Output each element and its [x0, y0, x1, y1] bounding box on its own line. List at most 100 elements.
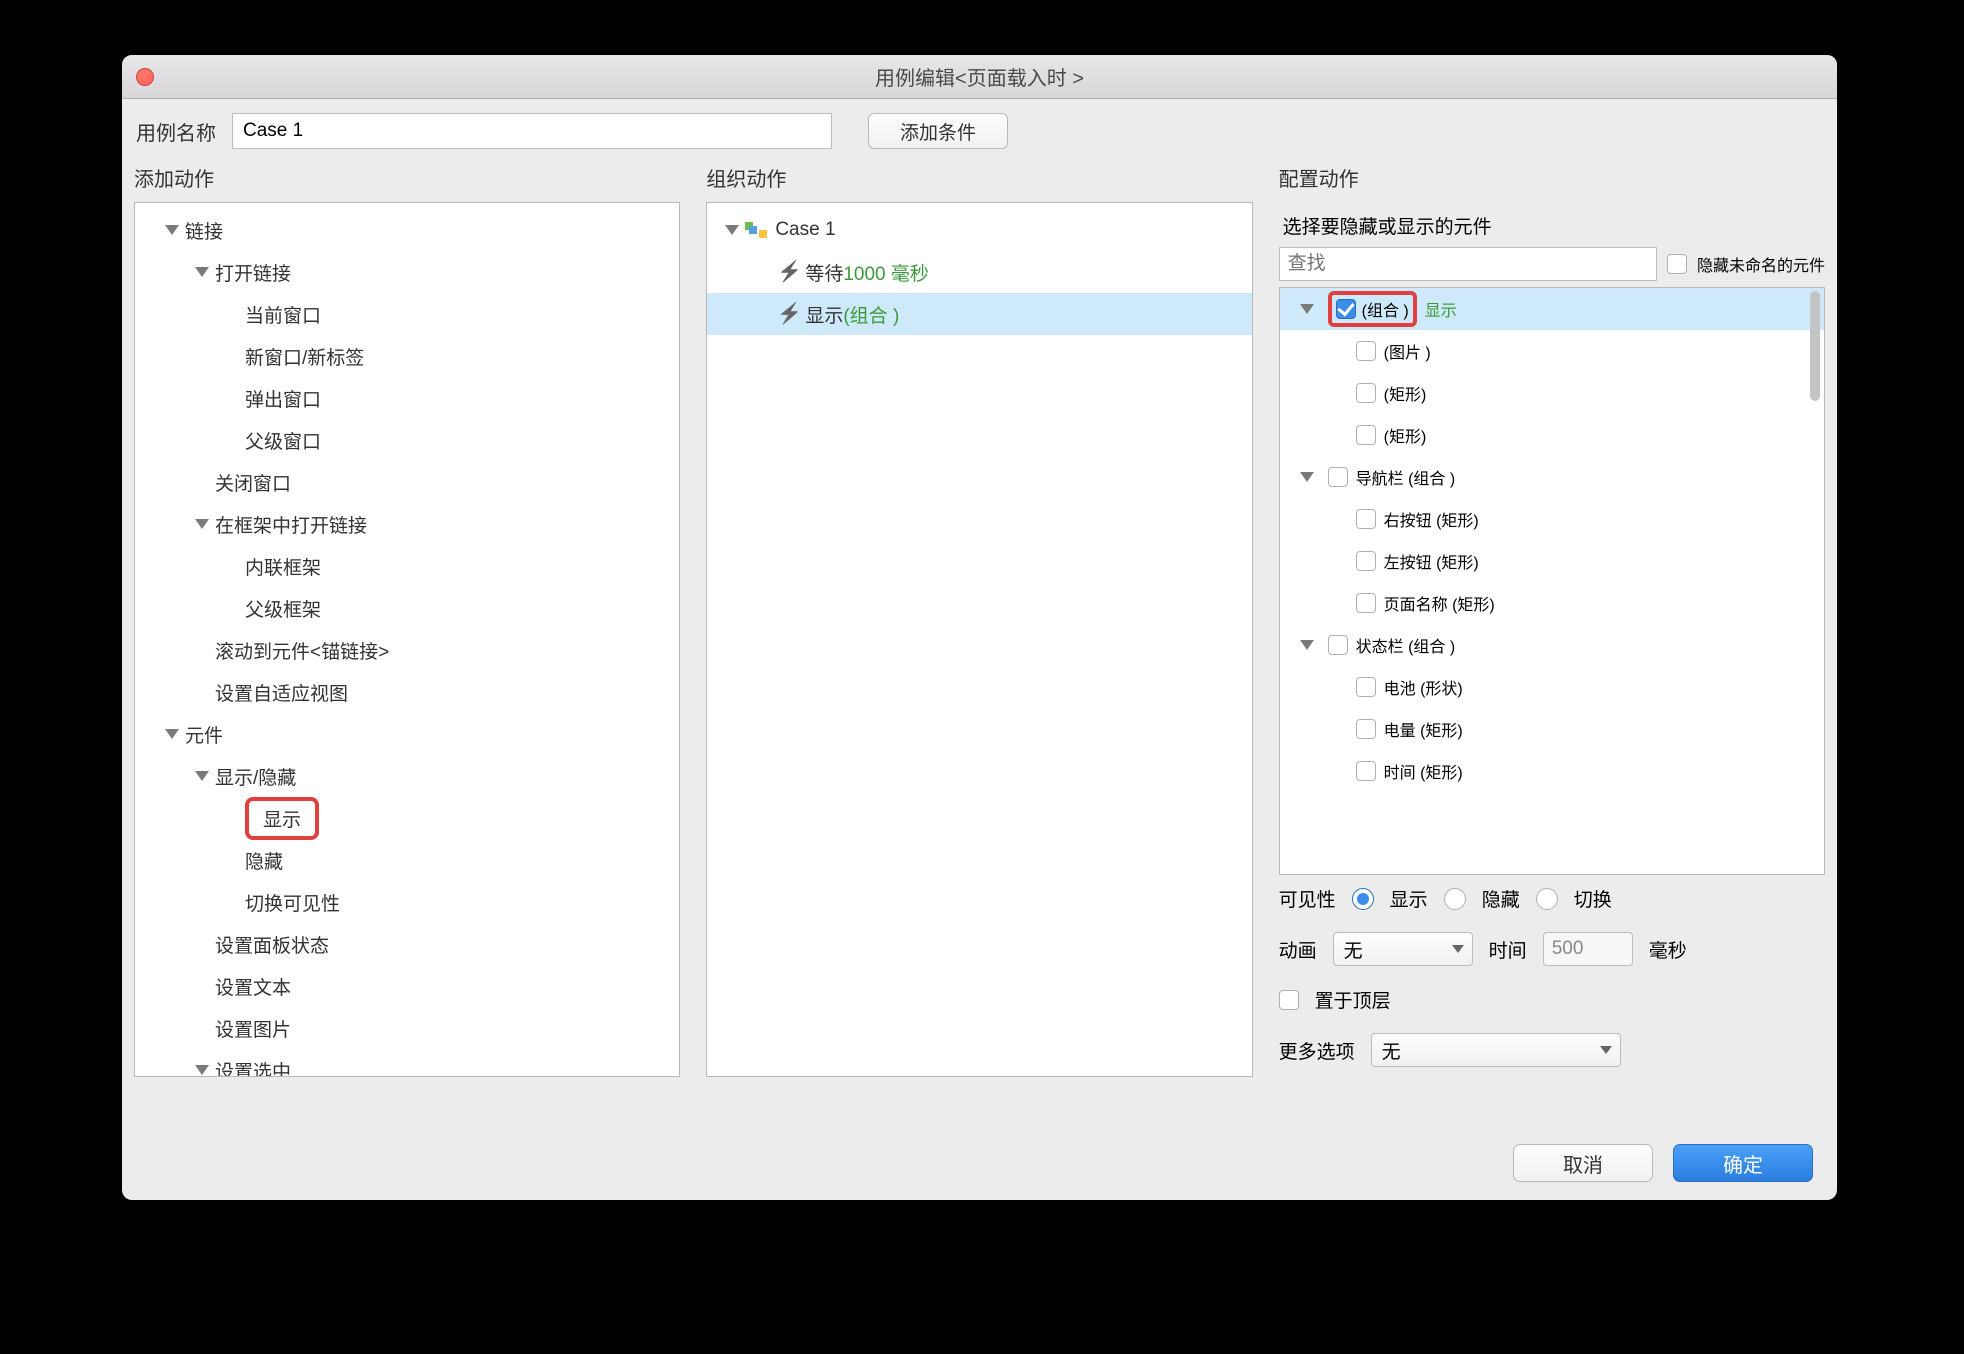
widget-row-group[interactable]: (组合 ) 显示	[1280, 288, 1824, 330]
tree-leaf-set-text[interactable]: 设置文本	[135, 965, 679, 1007]
widget-checkbox[interactable]	[1356, 509, 1376, 529]
search-row: 隐藏未命名的元件	[1279, 247, 1825, 281]
animation-label: 动画	[1279, 936, 1317, 963]
organize-action-column: 组织动作 Case 1 等待 1000 毫秒 显示 (组合 )	[706, 157, 1252, 1077]
bring-front-checkbox[interactable]	[1279, 990, 1299, 1010]
case-name-label: 用例名称	[136, 117, 216, 146]
widget-row-rect1[interactable]: (矩形)	[1280, 372, 1824, 414]
more-options-select[interactable]: 无	[1371, 1033, 1621, 1067]
scrollbar-thumb[interactable]	[1810, 291, 1820, 401]
tree-leaf-hide[interactable]: 隐藏	[135, 839, 679, 881]
tree-leaf-inline-frame[interactable]: 内联框架	[135, 545, 679, 587]
widget-checkbox[interactable]	[1356, 341, 1376, 361]
organize-tree: Case 1 等待 1000 毫秒 显示 (组合 )	[707, 203, 1251, 341]
caret-icon	[195, 519, 209, 529]
highlight-show: 显示	[245, 797, 319, 840]
widget-tree: (组合 ) 显示 (图片 ) (矩形) (矩形) 导航栏 (组合 ) 右按钮 (…	[1279, 287, 1825, 875]
columns: 添加动作 链接 打开链接 当前窗口 新窗口/新标签 弹出窗口 父级窗口 关闭窗口…	[122, 157, 1837, 1077]
widget-checkbox[interactable]	[1356, 383, 1376, 403]
bolt-icon	[777, 303, 795, 325]
widget-row-right-btn[interactable]: 右按钮 (矩形)	[1280, 498, 1824, 540]
organize-case[interactable]: Case 1	[707, 209, 1251, 251]
bolt-icon	[777, 261, 795, 283]
widget-checkbox[interactable]	[1356, 761, 1376, 781]
widget-checkbox[interactable]	[1356, 719, 1376, 739]
widget-row-statusbar[interactable]: 状态栏 (组合 )	[1280, 624, 1824, 666]
organize-wait[interactable]: 等待 1000 毫秒	[707, 251, 1251, 293]
tree-leaf-new-window-tab[interactable]: 新窗口/新标签	[135, 335, 679, 377]
tree-leaf-toggle-visibility[interactable]: 切换可见性	[135, 881, 679, 923]
widget-row-navbar[interactable]: 导航栏 (组合 )	[1280, 456, 1824, 498]
case-name-input[interactable]	[232, 113, 832, 149]
tree-node-show-hide[interactable]: 显示/隐藏	[135, 755, 679, 797]
organize-panel: Case 1 等待 1000 毫秒 显示 (组合 )	[706, 202, 1252, 1077]
tree-node-open-in-frame[interactable]: 在框架中打开链接	[135, 503, 679, 545]
show-target: (组合 )	[843, 301, 899, 328]
tree-leaf-close-window[interactable]: 关闭窗口	[135, 461, 679, 503]
close-button[interactable]	[136, 68, 154, 86]
tree-leaf-scroll-anchor[interactable]: 滚动到元件<锚链接>	[135, 629, 679, 671]
widget-checkbox[interactable]	[1356, 551, 1376, 571]
widget-row-left-btn[interactable]: 左按钮 (矩形)	[1280, 540, 1824, 582]
tree-leaf-set-image[interactable]: 设置图片	[135, 1007, 679, 1049]
tree-leaf-current-window[interactable]: 当前窗口	[135, 293, 679, 335]
widget-checkbox-group[interactable]	[1336, 299, 1356, 319]
action-tree: 链接 打开链接 当前窗口 新窗口/新标签 弹出窗口 父级窗口 关闭窗口 在框架中…	[135, 203, 679, 1077]
add-action-title: 添加动作	[134, 157, 680, 202]
time-unit: 毫秒	[1649, 936, 1687, 963]
dialog-window: 用例编辑<页面载入时 > 用例名称 添加条件 添加动作 链接 打开链接 当前窗口…	[122, 55, 1837, 1200]
tree-node-link[interactable]: 链接	[135, 209, 679, 251]
widget-checkbox[interactable]	[1328, 467, 1348, 487]
tree-leaf-parent-window[interactable]: 父级窗口	[135, 419, 679, 461]
animation-select[interactable]: 无	[1333, 932, 1473, 966]
select-widgets-label: 选择要隐藏或显示的元件	[1279, 202, 1825, 247]
widget-checkbox[interactable]	[1356, 425, 1376, 445]
tree-leaf-parent-frame[interactable]: 父级框架	[135, 587, 679, 629]
tree-node-set-selected[interactable]: 设置选中	[135, 1049, 679, 1077]
organize-show[interactable]: 显示 (组合 )	[707, 293, 1251, 335]
widget-row-time[interactable]: 时间 (矩形)	[1280, 750, 1824, 792]
widget-checkbox[interactable]	[1356, 593, 1376, 613]
radio-show[interactable]	[1352, 888, 1374, 910]
bring-front-row: 置于顶层	[1279, 976, 1825, 1023]
widget-search-input[interactable]	[1279, 247, 1657, 281]
configure-action-column: 配置动作 选择要隐藏或显示的元件 隐藏未命名的元件 (组合 )	[1279, 157, 1825, 1077]
caret-icon	[195, 771, 209, 781]
tree-leaf-show[interactable]: 显示	[135, 797, 679, 839]
scrollbar[interactable]	[1807, 289, 1823, 873]
bring-front-label: 置于顶层	[1315, 986, 1391, 1013]
caret-icon	[725, 225, 739, 235]
widget-row-rect2[interactable]: (矩形)	[1280, 414, 1824, 456]
visibility-row: 可见性 显示 隐藏 切换	[1279, 875, 1825, 922]
titlebar: 用例编辑<页面载入时 >	[122, 55, 1837, 99]
caret-icon	[195, 1065, 209, 1075]
add-action-column: 添加动作 链接 打开链接 当前窗口 新窗口/新标签 弹出窗口 父级窗口 关闭窗口…	[134, 157, 680, 1077]
add-condition-button[interactable]: 添加条件	[868, 113, 1008, 149]
time-input[interactable]	[1543, 932, 1633, 966]
tree-leaf-adaptive[interactable]: 设置自适应视图	[135, 671, 679, 713]
widget-row-image[interactable]: (图片 )	[1280, 330, 1824, 372]
widget-row-battery[interactable]: 电池 (形状)	[1280, 666, 1824, 708]
widget-checkbox[interactable]	[1356, 677, 1376, 697]
caret-icon	[1300, 640, 1314, 650]
widget-row-page-name[interactable]: 页面名称 (矩形)	[1280, 582, 1824, 624]
visibility-label: 可见性	[1279, 885, 1336, 912]
more-options-label: 更多选项	[1279, 1037, 1355, 1064]
group-state: 显示	[1425, 297, 1457, 321]
tree-leaf-popup-window[interactable]: 弹出窗口	[135, 377, 679, 419]
widget-checkbox[interactable]	[1328, 635, 1348, 655]
wait-value: 1000 毫秒	[843, 259, 929, 286]
tree-node-open-link[interactable]: 打开链接	[135, 251, 679, 293]
more-options-row: 更多选项 无	[1279, 1023, 1825, 1077]
tree-leaf-set-panel-state[interactable]: 设置面板状态	[135, 923, 679, 965]
tree-node-widgets[interactable]: 元件	[135, 713, 679, 755]
radio-toggle[interactable]	[1536, 888, 1558, 910]
cancel-button[interactable]: 取消	[1513, 1144, 1653, 1182]
top-row: 用例名称 添加条件	[122, 99, 1837, 157]
widget-row-power[interactable]: 电量 (矩形)	[1280, 708, 1824, 750]
hide-unnamed-checkbox[interactable]	[1667, 254, 1687, 274]
caret-icon	[195, 267, 209, 277]
ok-button[interactable]: 确定	[1673, 1144, 1813, 1182]
radio-hide[interactable]	[1444, 888, 1466, 910]
case-icon	[745, 222, 767, 238]
